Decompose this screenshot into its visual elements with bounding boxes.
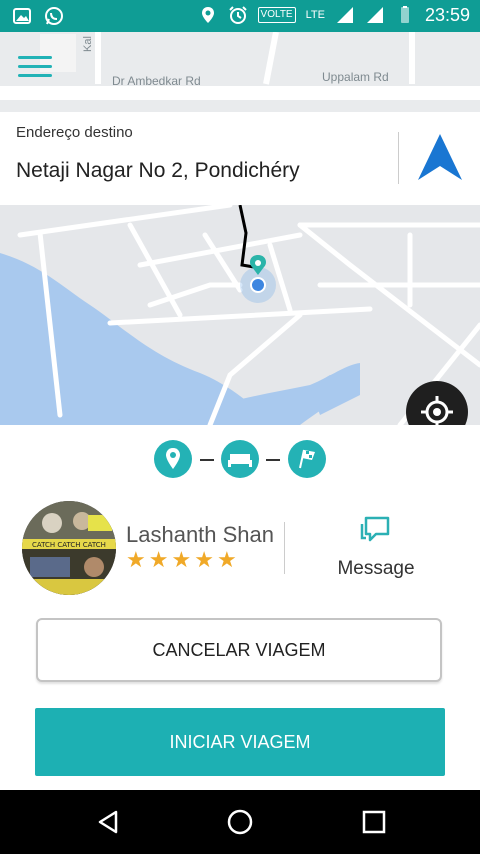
back-icon[interactable] [94, 808, 122, 836]
destination-card[interactable]: Endereço destino Netaji Nagar No 2, Pond… [0, 112, 480, 205]
divider [284, 522, 285, 574]
step-pickup [154, 440, 192, 478]
menu-button[interactable] [18, 54, 56, 84]
message-icon[interactable] [358, 514, 394, 548]
finish-flag-icon [299, 449, 315, 469]
destination-address[interactable]: Netaji Nagar No 2, Pondichéry [16, 159, 300, 183]
top-map-roads [0, 32, 480, 100]
road-label: Kal [82, 36, 94, 52]
divider [398, 132, 399, 184]
trip-steps [0, 437, 480, 487]
menu-icon [18, 56, 52, 59]
pickup-pin-icon [166, 448, 180, 469]
avatar-banner-text: CATCH CATCH CATCH [32, 541, 106, 549]
my-location-button[interactable] [406, 381, 468, 425]
step-finish [288, 440, 326, 478]
status-bar: VOLTE LTE 23:59 [0, 0, 480, 32]
star-icon: ★ [126, 548, 146, 573]
star-icon: ★ [194, 548, 214, 573]
volte-badge: VOLTE [257, 7, 296, 23]
top-map[interactable]: Dr Ambedkar Rd Uppalam Rd Kal [0, 32, 480, 112]
signal-icon [336, 7, 353, 23]
destination-label: Endereço destino [16, 124, 133, 141]
avatar-image: CATCH CATCH CATCH [22, 501, 116, 595]
lte-label: LTE [305, 9, 325, 21]
driver-rating: ★ ★ ★ ★ ★ [126, 550, 237, 572]
battery-icon [400, 6, 409, 23]
crosshair-icon [421, 396, 453, 425]
driver-name: Lashanth Shan [126, 522, 275, 547]
bed-icon [228, 454, 252, 467]
whatsapp-icon [45, 7, 63, 25]
location-icon [201, 7, 214, 23]
message-button-label[interactable]: Message [320, 558, 432, 580]
road-label: Uppalam Rd [322, 70, 389, 84]
star-icon: ★ [171, 548, 192, 573]
home-icon[interactable] [226, 808, 254, 836]
clock: 23:59 [424, 5, 470, 25]
driver-avatar[interactable]: CATCH CATCH CATCH [22, 501, 116, 595]
start-trip-button[interactable]: INICIAR VIAGEM [35, 708, 445, 776]
gallery-icon [13, 8, 31, 24]
cancel-trip-button[interactable]: CANCELAR VIAGEM [36, 618, 442, 682]
step-ride [221, 440, 259, 478]
star-icon: ★ [148, 548, 169, 573]
alarm-icon [228, 6, 247, 24]
star-icon: ★ [216, 548, 237, 573]
navigation-arrow-icon[interactable] [414, 132, 466, 184]
system-nav-bar [0, 790, 480, 854]
signal-icon [366, 7, 383, 23]
recents-icon[interactable] [360, 808, 388, 836]
map-view[interactable] [0, 205, 480, 425]
road-label: Dr Ambedkar Rd [112, 74, 201, 88]
